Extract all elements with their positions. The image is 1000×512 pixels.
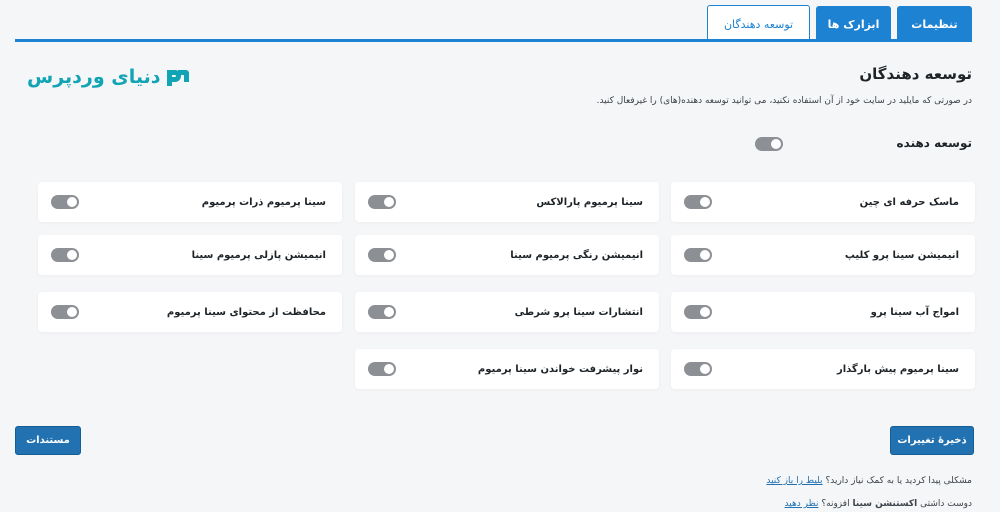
brand-logo: دنیای وردپرس	[27, 66, 190, 88]
extension-toggle[interactable]	[368, 248, 396, 262]
leave-review-link[interactable]: نظر دهید	[785, 499, 819, 509]
extension-card: محافظت از محتوای سینا پرمیوم	[38, 292, 342, 332]
extension-label: نوار پیشرفت خواندن سینا پرمیوم	[477, 363, 643, 375]
brand-logo-icon	[167, 70, 190, 86]
extension-toggle[interactable]	[51, 305, 79, 319]
page-title: توسعه دهندگان	[859, 65, 972, 83]
master-toggle[interactable]	[755, 137, 783, 151]
extension-label: انتشارات سینا پرو شرطی	[514, 306, 643, 318]
tab-bar: تنظیمات ابزارک ها توسعه دهندگان	[707, 5, 972, 42]
extension-card: نوار پیشرفت خواندن سینا پرمیوم	[355, 349, 659, 389]
help-issue-text: مشکلی پیدا کردید یا به کمک نیاز دارید؟	[825, 476, 972, 486]
help-line-issue: مشکلی پیدا کردید یا به کمک نیاز دارید؟ ب…	[766, 476, 972, 486]
master-toggle-label: توسعه دهنده	[896, 136, 972, 150]
extension-label: سینا پرمیوم پیش بارگذار	[836, 363, 959, 375]
extension-label: انیمیشن سینا پرو کلیپ	[844, 249, 959, 261]
help-review-suffix: افزونه؟	[821, 499, 850, 509]
docs-button[interactable]: مستندات	[15, 426, 81, 455]
extension-card: سینا پرمیوم پارالاکس	[355, 182, 659, 222]
tab-widgets[interactable]: ابزارک ها	[816, 6, 891, 42]
extension-card: سینا پرمیوم پیش بارگذار	[671, 349, 975, 389]
extension-card: انتشارات سینا پرو شرطی	[355, 292, 659, 332]
extension-label: امواج آب سینا پرو	[870, 306, 959, 318]
help-line-review: دوست داشتی اکستنشن سینا افزونه؟ نظر دهید	[785, 499, 972, 509]
extension-toggle[interactable]	[368, 362, 396, 376]
extension-label: انیمیشن پازلی پرمیوم سینا	[191, 249, 326, 261]
extension-toggle[interactable]	[684, 362, 712, 376]
extension-toggle[interactable]	[368, 195, 396, 209]
help-review-product: اکستنشن سینا	[852, 499, 918, 509]
extension-toggle[interactable]	[51, 248, 79, 262]
extension-label: سینا پرمیوم پارالاکس	[536, 196, 643, 208]
extension-toggle[interactable]	[684, 195, 712, 209]
extension-card: سینا پرمیوم ذرات پرمیوم	[38, 182, 342, 222]
extension-card: انیمیشن سینا پرو کلیپ	[671, 235, 975, 275]
tab-underline	[15, 39, 972, 42]
extension-card: امواج آب سینا پرو	[671, 292, 975, 332]
extension-label: انیمیشن رنگی پرمیوم سینا	[510, 249, 643, 261]
tab-developers[interactable]: توسعه دهندگان	[707, 5, 810, 42]
extension-card: انیمیشن رنگی پرمیوم سینا	[355, 235, 659, 275]
brand-logo-text: دنیای وردپرس	[27, 66, 161, 88]
extension-toggle[interactable]	[684, 248, 712, 262]
extension-label: محافظت از محتوای سینا پرمیوم	[166, 306, 326, 318]
extension-card: ماسک حرفه ای چین	[671, 182, 975, 222]
tab-settings[interactable]: تنظیمات	[897, 6, 972, 42]
page-description: در صورتی که مایلید در سایت خود از آن است…	[596, 96, 972, 106]
extension-toggle[interactable]	[368, 305, 396, 319]
extension-label: ماسک حرفه ای چین	[859, 196, 959, 208]
save-button[interactable]: ذخیرهٔ تغییرات	[890, 426, 974, 455]
open-ticket-link[interactable]: بلیط را باز کنید	[766, 476, 822, 486]
extension-toggle[interactable]	[51, 195, 79, 209]
extension-toggle[interactable]	[684, 305, 712, 319]
help-review-prefix: دوست داشتی	[920, 499, 972, 509]
extension-card: انیمیشن پازلی پرمیوم سینا	[38, 235, 342, 275]
extension-label: سینا پرمیوم ذرات پرمیوم	[201, 196, 326, 208]
